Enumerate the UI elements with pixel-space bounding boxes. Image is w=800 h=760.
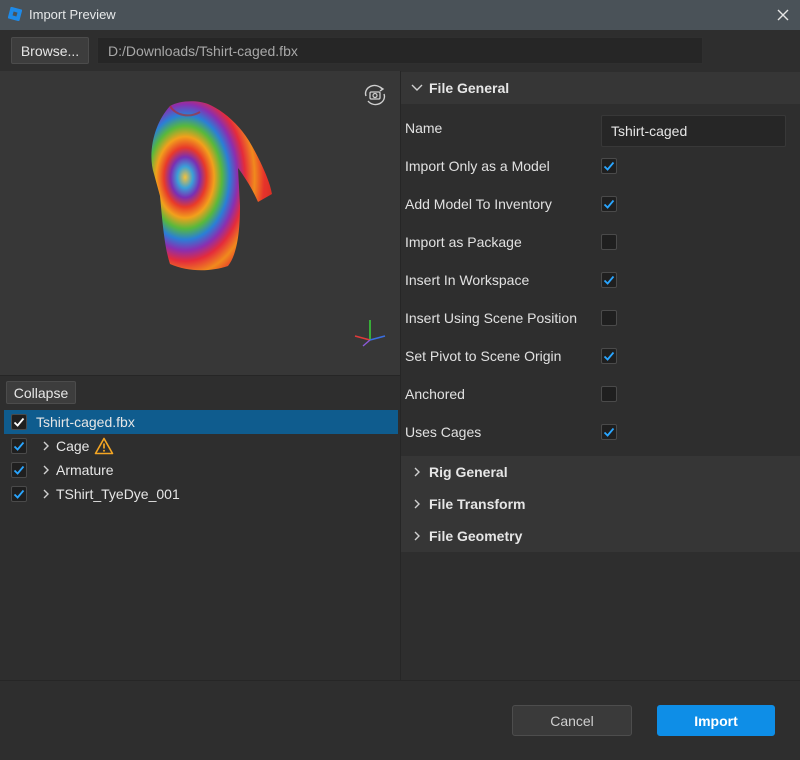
check-icon (13, 417, 25, 427)
tree-item-checkbox[interactable] (11, 486, 27, 502)
tree-item-checkbox[interactable] (11, 414, 27, 430)
import-as-package-checkbox[interactable] (601, 234, 617, 250)
add-model-to-inventory-label: Add Model To Inventory (405, 196, 552, 212)
tree-item-tshirt-mesh[interactable]: TShirt_TyeDye_001 (4, 482, 398, 506)
set-pivot-to-scene-origin-label: Set Pivot to Scene Origin (405, 348, 562, 364)
cancel-button[interactable]: Cancel (512, 705, 632, 736)
browse-button[interactable]: Browse... (11, 37, 89, 64)
uses-cages-label: Uses Cages (405, 424, 482, 440)
insert-in-workspace-checkbox[interactable] (601, 272, 617, 288)
section-title: File Transform (429, 496, 526, 512)
name-input[interactable] (601, 115, 786, 147)
check-icon (603, 275, 615, 285)
check-icon (603, 351, 615, 361)
tree-item-checkbox[interactable] (11, 438, 27, 454)
chevron-right-icon[interactable] (40, 488, 52, 500)
insert-using-scene-position-label: Insert Using Scene Position (405, 310, 577, 326)
section-title: Rig General (429, 464, 508, 480)
tree-item-label: TShirt_TyeDye_001 (56, 486, 180, 502)
anchored-label: Anchored (405, 386, 465, 402)
tree-item-label: Armature (56, 462, 114, 478)
section-title: File General (429, 80, 510, 96)
tree-item-label: Cage (56, 438, 90, 454)
camera-reset-icon[interactable] (362, 84, 388, 106)
chevron-down-icon (411, 84, 423, 91)
section-file-transform[interactable]: File Transform (401, 488, 800, 520)
check-icon (603, 199, 615, 209)
uses-cages-checkbox[interactable] (601, 424, 617, 440)
check-icon (603, 427, 615, 437)
set-pivot-to-scene-origin-checkbox[interactable] (601, 348, 617, 364)
section-file-geometry[interactable]: File Geometry (401, 520, 800, 552)
collapse-button[interactable]: Collapse (6, 381, 76, 404)
window-title: Import Preview (29, 7, 116, 22)
import-as-package-label: Import as Package (405, 234, 522, 250)
import-only-as-model-label: Import Only as a Model (405, 158, 550, 174)
check-icon (13, 489, 25, 499)
warning-icon (95, 437, 114, 455)
tshirt-model-preview (151, 101, 272, 271)
close-button[interactable] (772, 4, 794, 26)
tree-item-root[interactable]: Tshirt-caged.fbx (4, 410, 398, 434)
import-button[interactable]: Import (657, 705, 775, 736)
anchored-checkbox[interactable] (601, 386, 617, 402)
section-file-general[interactable]: File General (401, 72, 800, 104)
title-bar: Import Preview (0, 0, 800, 30)
close-icon (777, 9, 789, 21)
chevron-right-icon (414, 531, 420, 541)
add-model-to-inventory-checkbox[interactable] (601, 196, 617, 212)
studio-logo-icon (8, 7, 22, 21)
chevron-right-icon (414, 467, 420, 477)
tree-item-armature[interactable]: Armature (4, 458, 398, 482)
section-title: File Geometry (429, 528, 523, 544)
tree-item-checkbox[interactable] (11, 462, 27, 478)
chevron-right-icon[interactable] (40, 440, 52, 452)
section-rig-general[interactable]: Rig General (401, 456, 800, 488)
insert-using-scene-position-checkbox[interactable] (601, 310, 617, 326)
insert-in-workspace-label: Insert In Workspace (405, 272, 530, 288)
check-icon (13, 441, 25, 451)
chevron-right-icon (414, 499, 420, 509)
import-only-as-model-checkbox[interactable] (601, 158, 617, 174)
tree-item-cage[interactable]: Cage (4, 434, 398, 458)
file-path-field[interactable]: D:/Downloads/Tshirt-caged.fbx (97, 37, 703, 64)
check-icon (13, 465, 25, 475)
chevron-right-icon[interactable] (40, 464, 52, 476)
axis-gizmo-icon (354, 320, 386, 347)
check-icon (603, 161, 615, 171)
tree-item-label: Tshirt-caged.fbx (36, 414, 135, 430)
name-label: Name (405, 120, 443, 136)
